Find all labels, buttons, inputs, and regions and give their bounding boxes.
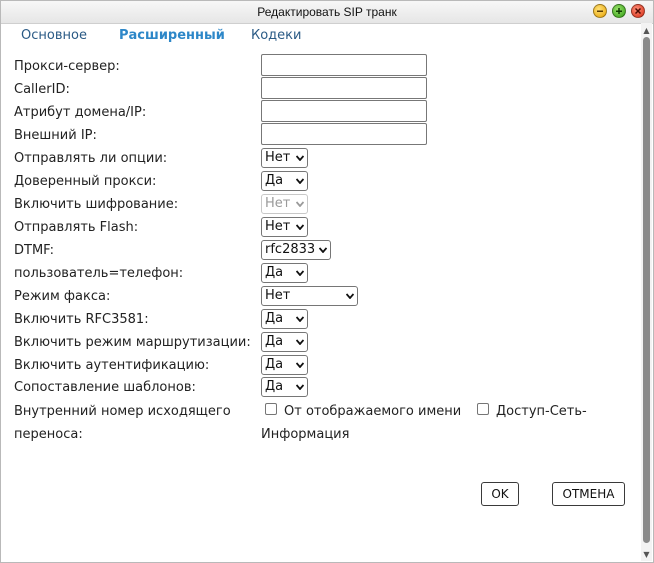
send-flash-value: Нет [265, 219, 291, 234]
rfc3581-label: Включить RFC3581: [14, 312, 149, 327]
outgoing-transfer-label: Внутренний номер исходящего [14, 404, 231, 419]
auth-value: Да [265, 357, 284, 372]
dtmf-value: rfc2833 [265, 242, 316, 257]
send-options-select[interactable]: Нет [261, 148, 308, 168]
dtmf-select[interactable]: rfc2833 [261, 240, 331, 260]
chevron-down-icon [319, 247, 327, 253]
domain-attr-input[interactable] [261, 100, 427, 122]
tab-codecs[interactable]: Кодеки [251, 28, 301, 43]
window-title: Редактировать SIP транк [257, 5, 397, 19]
access-network-info-checkbox[interactable] [477, 403, 489, 415]
encryption-label: Включить шифрование: [14, 197, 179, 212]
send-flash-label: Отправлять Flash: [14, 220, 139, 235]
close-icon[interactable] [631, 4, 645, 18]
proxy-server-input[interactable] [261, 54, 427, 76]
access-network-info-label: Доступ-Сеть- [496, 404, 587, 419]
maximize-icon[interactable] [612, 4, 626, 18]
chevron-down-icon [296, 201, 304, 207]
user-phone-select[interactable]: Да [261, 263, 308, 283]
from-display-name-label: От отображаемого имени [284, 404, 462, 419]
dtmf-label: DTMF: [14, 243, 55, 258]
chevron-down-icon [296, 316, 304, 322]
from-display-name-checkbox[interactable] [265, 403, 277, 415]
caller-id-label: CallerID: [14, 82, 70, 97]
trusted-proxy-select[interactable]: Да [261, 171, 308, 191]
routing-mode-label: Включить режим маршрутизации: [14, 335, 251, 350]
proxy-server-label: Прокси-сервер: [14, 59, 120, 74]
routing-mode-select[interactable]: Да [261, 332, 308, 352]
routing-mode-value: Да [265, 334, 284, 349]
user-phone-value: Да [265, 265, 284, 280]
send-options-value: Нет [265, 150, 291, 165]
pattern-match-value: Да [265, 379, 284, 394]
chevron-down-icon [296, 178, 304, 184]
access-network-info-label-cont: Информация [261, 427, 350, 442]
tab-advanced[interactable]: Расширенный [119, 28, 225, 43]
tab-bar: Основное Расширенный Кодеки [1, 23, 641, 49]
outgoing-transfer-label-cont: переноса: [14, 427, 83, 442]
chevron-down-icon [296, 339, 304, 345]
tab-basic[interactable]: Основное [21, 28, 87, 43]
scroll-down-icon[interactable]: ▼ [641, 549, 652, 561]
pattern-match-select[interactable]: Да [261, 377, 308, 397]
cancel-button[interactable]: ОТМЕНА [552, 482, 625, 506]
chevron-down-icon [296, 362, 304, 368]
caller-id-input[interactable] [261, 77, 427, 99]
send-flash-select[interactable]: Нет [261, 217, 308, 237]
title-bar: Редактировать SIP транк [1, 1, 653, 24]
chevron-down-icon [296, 224, 304, 230]
domain-attr-label: Атрибут домена/IP: [14, 105, 147, 120]
pattern-match-label: Сопоставление шаблонов: [14, 380, 196, 395]
auth-label: Включить аутентификацию: [14, 358, 210, 373]
fax-mode-value: Нет [265, 288, 291, 303]
fax-mode-select[interactable]: Нет [261, 286, 358, 306]
scrollbar-thumb[interactable] [643, 37, 650, 543]
external-ip-label: Внешний IP: [14, 128, 97, 143]
encryption-select: Нет [261, 194, 308, 214]
external-ip-input[interactable] [261, 123, 427, 145]
user-phone-label: пользователь=телефон: [14, 266, 184, 281]
chevron-down-icon [296, 270, 304, 276]
auth-select[interactable]: Да [261, 355, 308, 375]
chevron-down-icon [346, 293, 354, 299]
scroll-up-icon[interactable]: ▲ [641, 25, 652, 37]
rfc3581-select[interactable]: Да [261, 309, 308, 329]
send-options-label: Отправлять ли опции: [14, 151, 168, 166]
ok-button[interactable]: OK [481, 482, 519, 506]
fax-mode-label: Режим факса: [14, 289, 111, 304]
sip-trunk-dialog: Редактировать SIP транк Основное Расшире… [0, 0, 654, 563]
minimize-icon[interactable] [593, 4, 607, 18]
trusted-proxy-label: Доверенный прокси: [14, 174, 157, 189]
trusted-proxy-value: Да [265, 173, 284, 188]
rfc3581-value: Да [265, 311, 284, 326]
chevron-down-icon [296, 155, 304, 161]
vertical-scrollbar[interactable]: ▲ ▼ [641, 23, 652, 561]
encryption-value: Нет [265, 196, 291, 211]
chevron-down-icon [296, 384, 304, 390]
